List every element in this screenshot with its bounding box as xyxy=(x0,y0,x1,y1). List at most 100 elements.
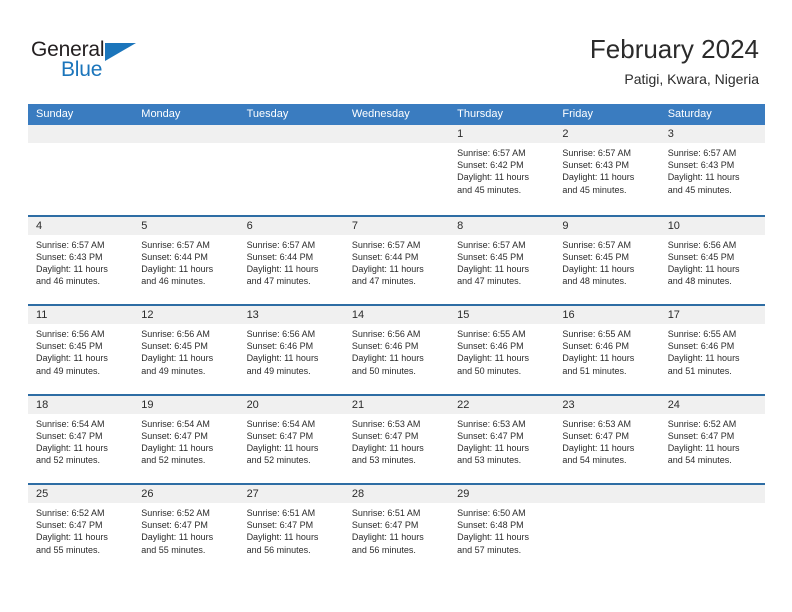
day-number: 1 xyxy=(449,125,555,143)
day-number xyxy=(133,125,239,143)
day-cell[interactable]: 12 Sunrise: 6:56 AM Sunset: 6:45 PM Dayl… xyxy=(133,306,239,394)
daylight-text-line1: Daylight: 11 hours xyxy=(667,263,740,274)
day-number: 5 xyxy=(133,216,239,235)
daylight-text-line2: and 47 minutes. xyxy=(246,276,311,287)
day-cell[interactable]: 29 Sunrise: 6:50 AM Sunset: 6:48 PM Dayl… xyxy=(449,485,555,573)
sunrise-text: Sunrise: 6:54 AM xyxy=(36,418,105,429)
day-cell[interactable]: 17 Sunrise: 6:55 AM Sunset: 6:46 PM Dayl… xyxy=(659,306,765,394)
calendar-grid: Sunday Monday Tuesday Wednesday Thursday… xyxy=(28,104,765,573)
day-cell[interactable]: 23 Sunrise: 6:53 AM Sunset: 6:47 PM Dayl… xyxy=(554,395,660,483)
day-details: Sunrise: 6:52 AM Sunset: 6:47 PM Dayligh… xyxy=(28,503,133,556)
weekday-header-saturday: Saturday xyxy=(667,108,712,120)
day-cell[interactable]: 1 Sunrise: 6:57 AM Sunset: 6:42 PM Dayli… xyxy=(449,125,555,215)
sunrise-text: Sunrise: 6:52 AM xyxy=(667,418,737,429)
day-details: Sunrise: 6:57 AM Sunset: 6:44 PM Dayligh… xyxy=(239,235,344,288)
day-details: Sunrise: 6:57 AM Sunset: 6:44 PM Dayligh… xyxy=(133,235,238,288)
day-cell[interactable]: 28 Sunrise: 6:51 AM Sunset: 6:47 PM Dayl… xyxy=(343,485,450,573)
sunset-text: Sunset: 6:45 PM xyxy=(141,341,208,352)
day-cell[interactable]: 4 Sunrise: 6:57 AM Sunset: 6:43 PM Dayli… xyxy=(28,216,134,304)
day-details: Sunrise: 6:51 AM Sunset: 6:47 PM Dayligh… xyxy=(344,503,449,556)
sunset-text: Sunset: 6:46 PM xyxy=(562,341,629,352)
logo-triangle-icon xyxy=(105,43,136,61)
daylight-text-line1: Daylight: 11 hours xyxy=(351,442,424,453)
day-cell[interactable]: 11 Sunrise: 6:56 AM Sunset: 6:45 PM Dayl… xyxy=(28,306,134,394)
day-number: 10 xyxy=(659,216,765,235)
day-details: Sunrise: 6:56 AM Sunset: 6:46 PM Dayligh… xyxy=(344,324,449,377)
daylight-text-line2: and 54 minutes. xyxy=(562,455,627,466)
day-cell[interactable]: 13 Sunrise: 6:56 AM Sunset: 6:46 PM Dayl… xyxy=(238,306,344,394)
day-cell[interactable]: 20 Sunrise: 6:54 AM Sunset: 6:47 PM Dayl… xyxy=(238,395,344,483)
daylight-text-line2: and 53 minutes. xyxy=(351,455,416,466)
weekday-header-friday: Friday xyxy=(562,108,593,120)
daylight-text-line1: Daylight: 11 hours xyxy=(457,172,529,183)
day-cell[interactable] xyxy=(659,485,765,573)
daylight-text-line2: and 47 minutes. xyxy=(351,276,416,287)
day-cell[interactable]: 9 Sunrise: 6:57 AM Sunset: 6:45 PM Dayli… xyxy=(554,216,660,304)
day-cell[interactable] xyxy=(343,125,450,215)
day-details: Sunrise: 6:57 AM Sunset: 6:44 PM Dayligh… xyxy=(344,235,449,288)
daylight-text-line1: Daylight: 11 hours xyxy=(457,442,529,453)
day-cell[interactable]: 18 Sunrise: 6:54 AM Sunset: 6:47 PM Dayl… xyxy=(28,395,134,483)
day-number xyxy=(238,125,344,143)
daylight-text-line2: and 56 minutes. xyxy=(351,544,416,555)
sunrise-text: Sunrise: 6:52 AM xyxy=(141,508,210,518)
day-cell[interactable]: 16 Sunrise: 6:55 AM Sunset: 6:46 PM Dayl… xyxy=(554,306,660,394)
day-cell[interactable]: 2 Sunrise: 6:57 AM Sunset: 6:43 PM Dayli… xyxy=(554,125,660,215)
sunset-text: Sunset: 6:44 PM xyxy=(141,251,208,262)
sunset-text: Sunset: 6:46 PM xyxy=(246,341,314,352)
day-number: 20 xyxy=(238,395,344,414)
day-cell[interactable]: 6 Sunrise: 6:57 AM Sunset: 6:44 PM Dayli… xyxy=(238,216,344,304)
day-details: Sunrise: 6:50 AM Sunset: 6:48 PM Dayligh… xyxy=(449,503,554,556)
day-cell[interactable]: 22 Sunrise: 6:53 AM Sunset: 6:47 PM Dayl… xyxy=(449,395,555,483)
sunset-text: Sunset: 6:44 PM xyxy=(246,251,314,262)
daylight-text-line1: Daylight: 11 hours xyxy=(351,532,424,543)
day-cell[interactable]: 19 Sunrise: 6:54 AM Sunset: 6:47 PM Dayl… xyxy=(133,395,239,483)
daylight-text-line2: and 48 minutes. xyxy=(562,276,627,287)
day-details: Sunrise: 6:57 AM Sunset: 6:43 PM Dayligh… xyxy=(660,143,765,196)
daylight-text-line2: and 45 minutes. xyxy=(667,184,732,195)
sunset-text: Sunset: 6:47 PM xyxy=(457,430,524,441)
day-cell[interactable]: 24 Sunrise: 6:52 AM Sunset: 6:47 PM Dayl… xyxy=(659,395,765,483)
day-cell[interactable]: 27 Sunrise: 6:51 AM Sunset: 6:47 PM Dayl… xyxy=(238,485,344,573)
sunrise-text: Sunrise: 6:55 AM xyxy=(562,329,631,339)
sunset-text: Sunset: 6:47 PM xyxy=(141,520,208,531)
day-number: 18 xyxy=(28,395,134,414)
daylight-text-line1: Daylight: 11 hours xyxy=(667,172,740,183)
sunset-text: Sunset: 6:44 PM xyxy=(351,251,419,262)
day-cell[interactable]: 14 Sunrise: 6:56 AM Sunset: 6:46 PM Dayl… xyxy=(343,306,450,394)
daylight-text-line1: Daylight: 11 hours xyxy=(141,442,214,453)
day-number: 27 xyxy=(238,485,344,503)
day-details: Sunrise: 6:56 AM Sunset: 6:45 PM Dayligh… xyxy=(133,324,238,377)
sunrise-text: Sunrise: 6:57 AM xyxy=(457,239,526,250)
day-cell[interactable]: 15 Sunrise: 6:55 AM Sunset: 6:46 PM Dayl… xyxy=(449,306,555,394)
daylight-text-line2: and 53 minutes. xyxy=(457,455,522,466)
day-cell[interactable] xyxy=(133,125,239,215)
day-number xyxy=(659,485,765,503)
day-details: Sunrise: 6:57 AM Sunset: 6:45 PM Dayligh… xyxy=(554,235,659,288)
daylight-text-line1: Daylight: 11 hours xyxy=(36,353,108,364)
day-cell[interactable]: 3 Sunrise: 6:57 AM Sunset: 6:43 PM Dayli… xyxy=(659,125,765,215)
day-cell[interactable]: 25 Sunrise: 6:52 AM Sunset: 6:47 PM Dayl… xyxy=(28,485,134,573)
daylight-text-line1: Daylight: 11 hours xyxy=(246,263,319,274)
day-cell[interactable]: 7 Sunrise: 6:57 AM Sunset: 6:44 PM Dayli… xyxy=(343,216,450,304)
daylight-text-line2: and 51 minutes. xyxy=(667,365,732,376)
daylight-text-line2: and 46 minutes. xyxy=(36,276,101,287)
day-cell[interactable]: 10 Sunrise: 6:56 AM Sunset: 6:45 PM Dayl… xyxy=(659,216,765,304)
sunset-text: Sunset: 6:47 PM xyxy=(246,520,314,531)
day-cell[interactable] xyxy=(238,125,344,215)
daylight-text-line2: and 50 minutes. xyxy=(457,365,522,376)
day-cell[interactable]: 5 Sunrise: 6:57 AM Sunset: 6:44 PM Dayli… xyxy=(133,216,239,304)
sunrise-text: Sunrise: 6:50 AM xyxy=(457,508,526,518)
day-number xyxy=(554,485,660,503)
day-cell[interactable] xyxy=(28,125,134,215)
daylight-text-line2: and 49 minutes. xyxy=(141,365,206,376)
sunset-text: Sunset: 6:47 PM xyxy=(351,520,419,531)
day-number xyxy=(343,125,450,143)
day-number: 22 xyxy=(449,395,555,414)
day-cell[interactable] xyxy=(554,485,660,573)
week-row: 11 Sunrise: 6:56 AM Sunset: 6:45 PM Dayl… xyxy=(28,304,765,394)
day-cell[interactable]: 21 Sunrise: 6:53 AM Sunset: 6:47 PM Dayl… xyxy=(343,395,450,483)
day-cell[interactable]: 26 Sunrise: 6:52 AM Sunset: 6:47 PM Dayl… xyxy=(133,485,239,573)
day-cell[interactable]: 8 Sunrise: 6:57 AM Sunset: 6:45 PM Dayli… xyxy=(449,216,555,304)
sunrise-text: Sunrise: 6:57 AM xyxy=(667,148,737,158)
